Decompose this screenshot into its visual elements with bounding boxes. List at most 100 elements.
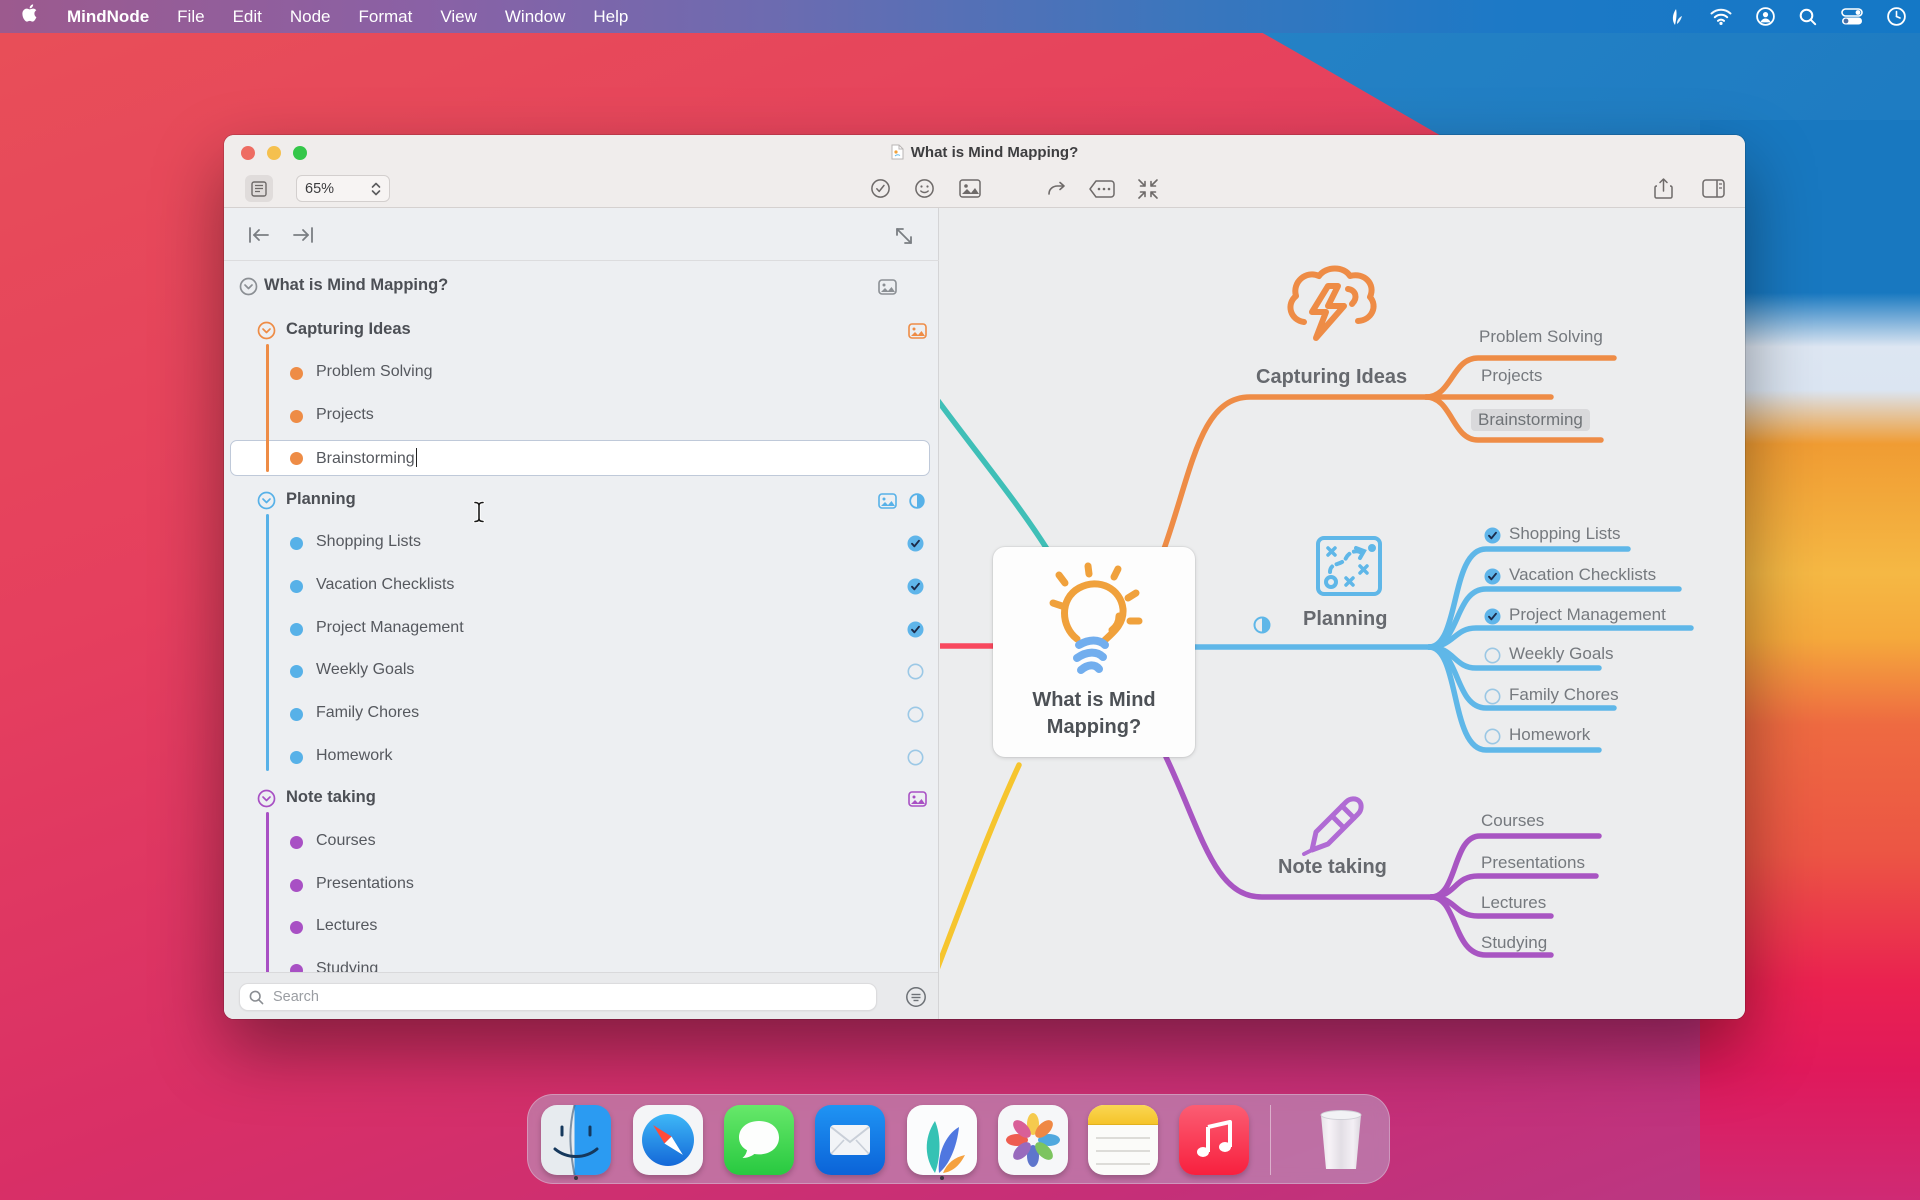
dock-messages[interactable] [724, 1105, 794, 1175]
dock-notes[interactable] [1088, 1105, 1158, 1175]
task-checkbox[interactable] [907, 663, 924, 685]
outline-row-projects[interactable]: Projects [224, 395, 938, 437]
account-icon[interactable] [1756, 7, 1775, 26]
dock-music[interactable] [1179, 1105, 1249, 1175]
dock-mail[interactable] [815, 1105, 885, 1175]
outline-row-studying[interactable]: Studying [224, 949, 938, 972]
clock-icon[interactable] [1887, 7, 1906, 26]
branch-node-planning[interactable]: Planning [1303, 608, 1387, 631]
outline-row-shopping-lists[interactable]: Shopping Lists [224, 522, 938, 564]
node-popover-button[interactable] [1087, 175, 1117, 202]
inspector-toggle-button[interactable] [1698, 175, 1728, 202]
map-node-family-chores[interactable]: Family Chores [1509, 685, 1619, 705]
map-node-projects[interactable]: Projects [1481, 366, 1542, 386]
task-checkbox[interactable] [907, 706, 924, 728]
map-task-checkbox-vacation-checklists[interactable] [1484, 568, 1501, 585]
media-image-button[interactable] [955, 175, 985, 202]
outline-row-brainstorming[interactable]: Brainstorming [224, 437, 938, 479]
outline-label: Presentations [316, 875, 414, 893]
mindnode-leaf-icon[interactable] [1666, 7, 1686, 27]
fold-nodes-button[interactable] [1133, 175, 1163, 202]
disclosure-icon[interactable] [239, 277, 258, 301]
outline-row-vacation-checklists[interactable]: Vacation Checklists [224, 565, 938, 607]
map-node-weekly-goals[interactable]: Weekly Goals [1509, 644, 1614, 664]
menu-item-help[interactable]: Help [579, 0, 642, 33]
wifi-icon[interactable] [1710, 8, 1732, 25]
search-input[interactable] [271, 988, 867, 1006]
outline-row-weekly-goals[interactable]: Weekly Goals [224, 650, 938, 692]
outline-label: Capturing Ideas [286, 320, 411, 339]
sticker-smiley-button[interactable] [909, 175, 939, 202]
task-checkbox[interactable] [907, 535, 924, 557]
menu-item-window[interactable]: Window [491, 0, 579, 33]
map-node-shopping-lists[interactable]: Shopping Lists [1509, 524, 1621, 544]
menu-item-file[interactable]: File [163, 0, 218, 33]
outline-row-lectures[interactable]: Lectures [224, 906, 938, 948]
expand-all-button[interactable] [290, 224, 316, 251]
map-node-problem-solving[interactable]: Problem Solving [1479, 327, 1603, 347]
disclosure-icon[interactable] [257, 491, 276, 515]
outline-row-presentations[interactable]: Presentations [224, 864, 938, 906]
task-checkbox[interactable] [907, 578, 924, 600]
outline-row-problem-solving[interactable]: Problem Solving [224, 352, 938, 394]
map-node-project-management[interactable]: Project Management [1509, 605, 1666, 625]
map-node-vacation-checklists[interactable]: Vacation Checklists [1509, 565, 1656, 585]
menu-item-format[interactable]: Format [345, 0, 427, 33]
mindmap-canvas[interactable]: What is Mind Mapping? [940, 208, 1745, 1019]
task-checkbox[interactable] [907, 749, 924, 771]
menu-item-edit[interactable]: Edit [219, 0, 276, 33]
outline-row-what-is-mind-mapping[interactable]: What is Mind Mapping? [224, 266, 938, 308]
outline-row-homework[interactable]: Homework [224, 736, 938, 778]
node-bullet [290, 964, 303, 973]
outline-row-capturing-ideas[interactable]: Capturing Ideas [224, 310, 938, 352]
map-node-presentations[interactable]: Presentations [1481, 853, 1585, 873]
menu-item-app[interactable]: MindNode [53, 0, 163, 33]
outline-row-note-taking[interactable]: Note taking [224, 778, 938, 820]
map-task-checkbox-family-chores[interactable] [1484, 688, 1501, 705]
redo-arrow-button[interactable] [1042, 175, 1072, 202]
task-checkmark-button[interactable] [865, 175, 895, 202]
task-checkbox[interactable] [907, 621, 924, 643]
outline-toggle-button[interactable] [245, 175, 273, 202]
collapse-all-button[interactable] [246, 224, 272, 251]
share-button[interactable] [1648, 175, 1678, 202]
map-node-courses[interactable]: Courses [1481, 811, 1544, 831]
menu-item-node[interactable]: Node [276, 0, 345, 33]
map-task-checkbox-project-management[interactable] [1484, 608, 1501, 625]
search-field[interactable] [239, 983, 877, 1011]
node-bullet [290, 708, 303, 721]
central-node[interactable]: What is Mind Mapping? [993, 547, 1195, 757]
outline-label: Homework [316, 747, 392, 765]
branch-node-capturing-ideas[interactable]: Capturing Ideas [1256, 366, 1407, 389]
map-task-checkbox-homework[interactable] [1484, 728, 1501, 745]
map-task-checkbox-shopping-lists[interactable] [1484, 527, 1501, 544]
dock-trash[interactable] [1306, 1105, 1376, 1175]
image-attachment-icon [878, 279, 897, 300]
map-node-studying[interactable]: Studying [1481, 933, 1547, 953]
dock-safari[interactable] [633, 1105, 703, 1175]
map-node-brainstorming[interactable]: Brainstorming [1471, 409, 1590, 431]
disclosure-icon[interactable] [257, 789, 276, 813]
branch-node-note-taking[interactable]: Note taking [1278, 856, 1387, 879]
outline-row-courses[interactable]: Courses [224, 821, 938, 863]
node-bullet [290, 665, 303, 678]
control-center-icon[interactable] [1841, 8, 1863, 25]
apple-menu[interactable] [0, 0, 53, 33]
dock-photos[interactable] [998, 1105, 1068, 1175]
zoom-stepper[interactable]: 65% [296, 175, 390, 202]
window-header: What is Mind Mapping? 65% [224, 135, 1745, 208]
filter-button[interactable] [905, 986, 927, 1013]
map-task-checkbox-weekly-goals[interactable] [1484, 647, 1501, 664]
outline-row-family-chores[interactable]: Family Chores [224, 693, 938, 735]
expand-panel-button[interactable] [892, 224, 916, 253]
outline-row-project-management[interactable]: Project Management [224, 608, 938, 650]
outline-row-planning[interactable]: Planning [224, 480, 938, 522]
map-node-lectures[interactable]: Lectures [1481, 893, 1546, 913]
menu-item-view[interactable]: View [426, 0, 491, 33]
dock-mindnode[interactable] [907, 1105, 977, 1175]
disclosure-icon[interactable] [257, 321, 276, 345]
spotlight-search-icon[interactable] [1799, 8, 1817, 26]
dock-finder[interactable] [541, 1105, 611, 1175]
zoom-level: 65% [305, 181, 334, 197]
map-node-homework[interactable]: Homework [1509, 725, 1590, 745]
